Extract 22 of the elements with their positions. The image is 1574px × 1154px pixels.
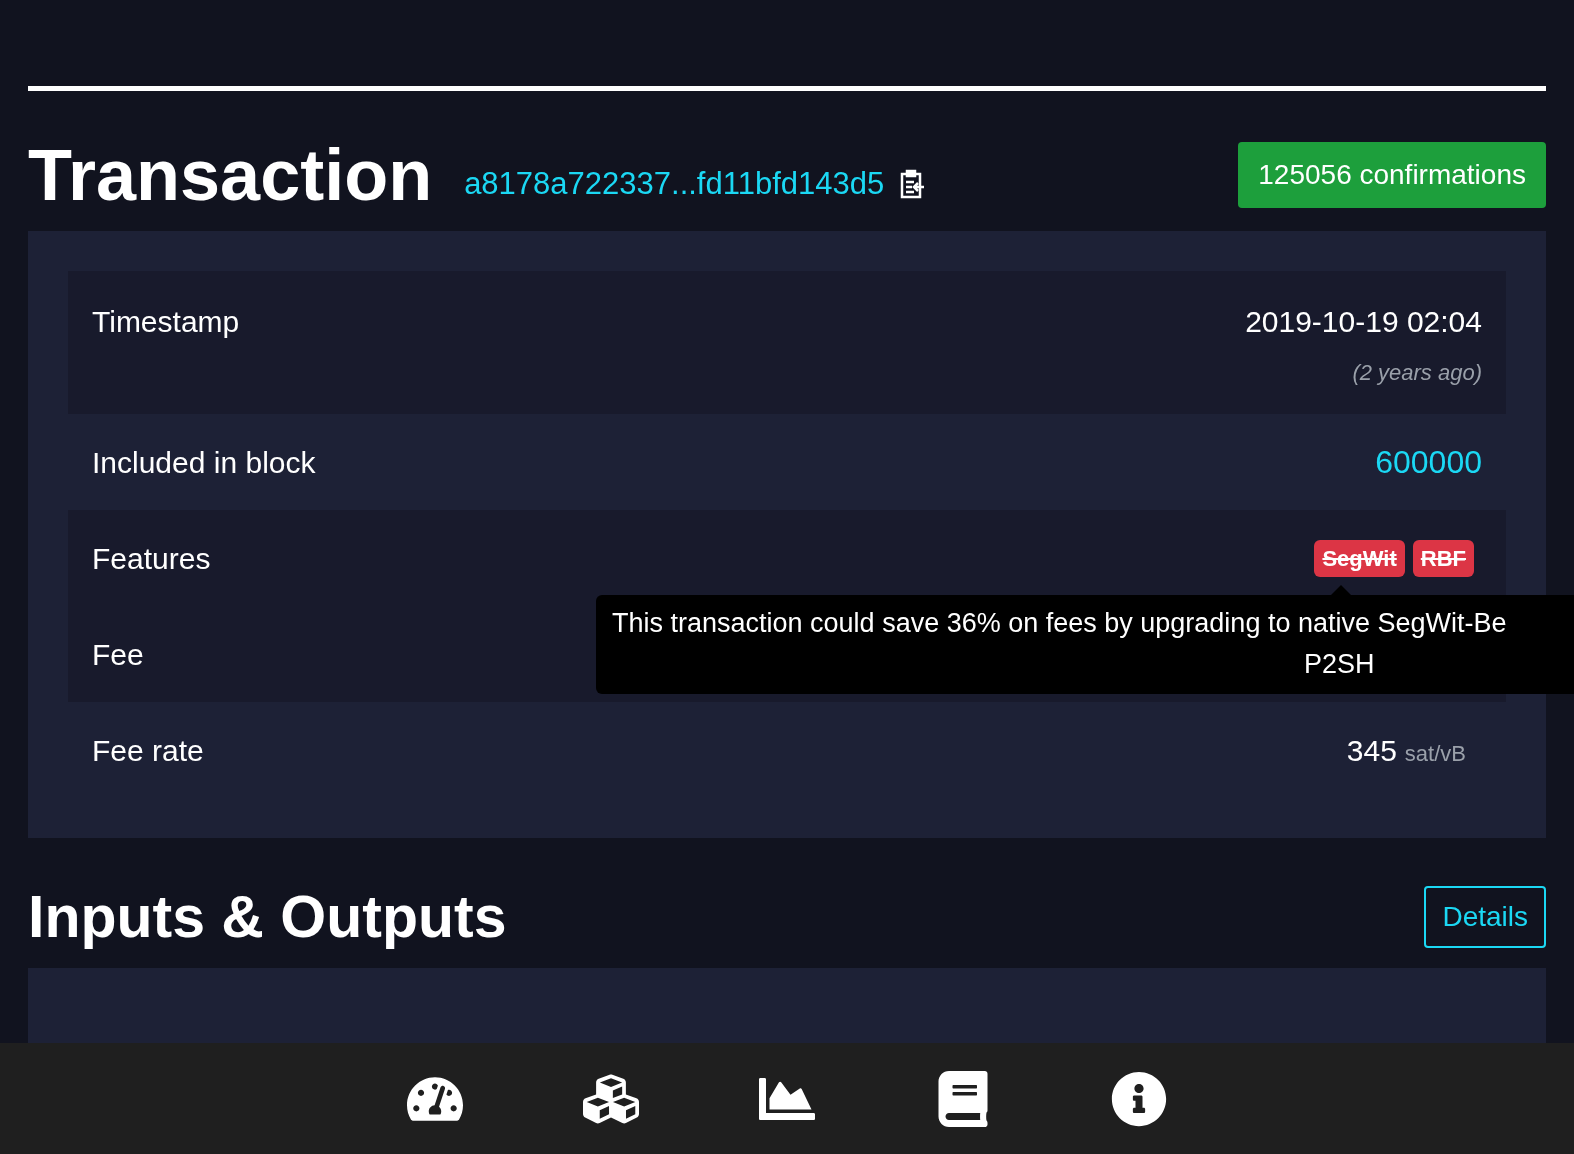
details-button[interactable]: Details <box>1424 886 1546 948</box>
clipboard-icon[interactable] <box>900 168 927 199</box>
txid-link[interactable]: a8178a722337...fd11bfd143d5 <box>464 160 885 207</box>
unit-label: sat/vB <box>1404 739 1466 768</box>
tooltip-text: P2SH <box>1304 647 1375 681</box>
detail-label: Features <box>92 540 211 577</box>
detail-label: Included in block <box>92 444 316 481</box>
detail-label: Fee rate <box>92 732 204 769</box>
section-title: Inputs & Outputs <box>28 887 507 947</box>
page-title: Transaction <box>28 139 433 211</box>
feature-badge: RBF <box>1412 539 1474 577</box>
detail-value: 345 <box>1346 732 1397 769</box>
book-icon[interactable] <box>935 1070 991 1127</box>
info-icon[interactable] <box>1111 1070 1167 1127</box>
relative-time: (2 years ago) <box>1352 359 1482 387</box>
confirmations-badge: 125056 confirmations <box>1238 142 1546 208</box>
detail-label: Fee <box>92 636 144 673</box>
tooltip-text: This transaction could save 36% on fees by upgrading to native SegWit-Be <box>611 607 1507 640</box>
detail-label: Timestamp <box>92 304 240 340</box>
detail-value: 2019-10-19 02:04 <box>1245 304 1482 340</box>
feature-badge: SegWit <box>1314 539 1405 577</box>
block-link[interactable]: 600000 <box>1375 438 1482 486</box>
